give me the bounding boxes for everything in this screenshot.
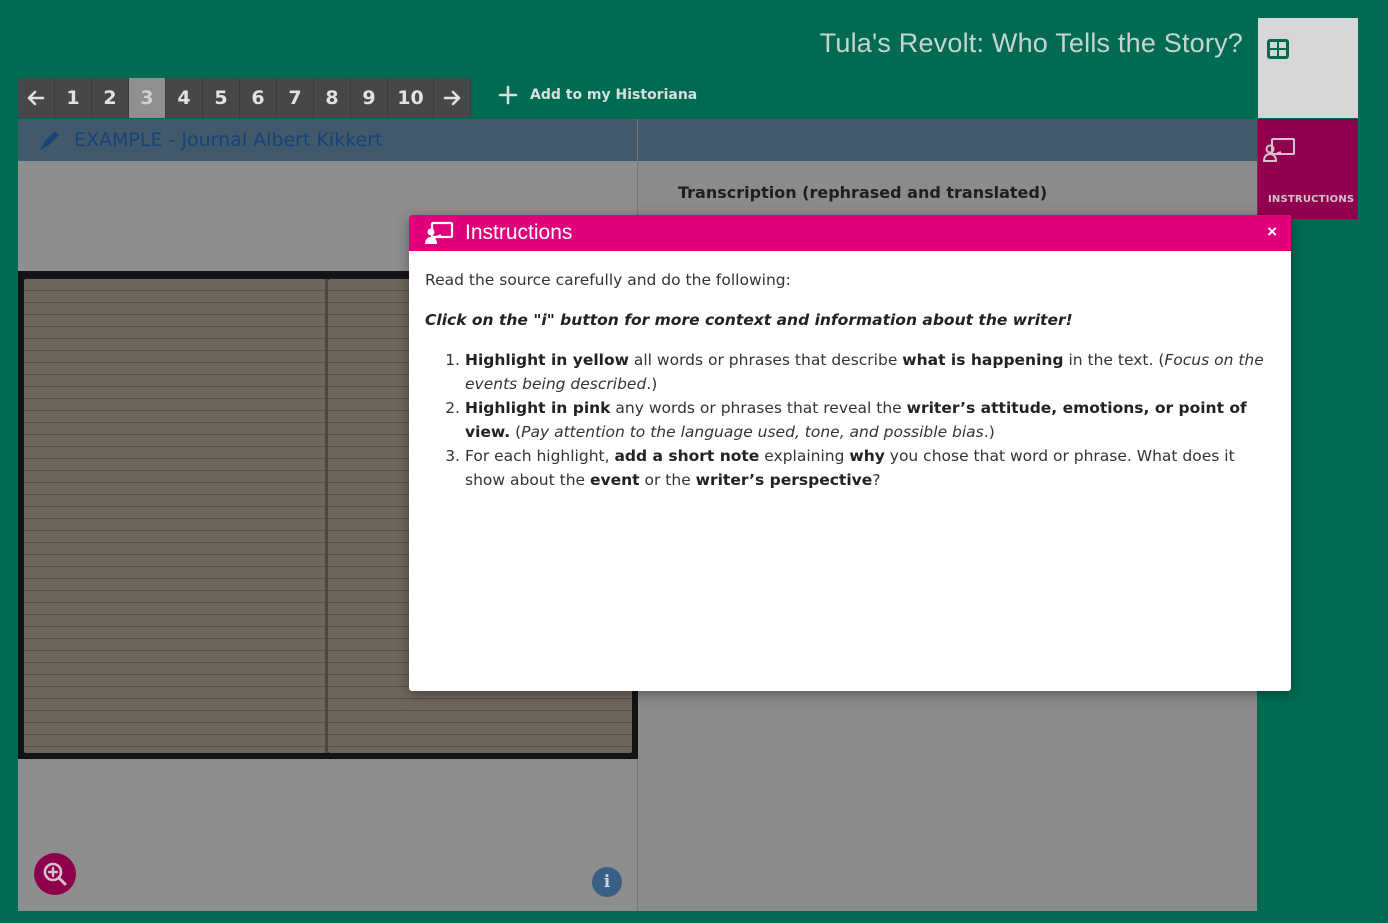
overview-tab[interactable] bbox=[1258, 18, 1358, 118]
modal-body: Read the source carefully and do the fol… bbox=[409, 251, 1291, 492]
instructions-tab-label: INSTRUCTIONS bbox=[1268, 194, 1355, 205]
step-text: .) bbox=[646, 375, 658, 393]
transcription-heading: Transcription (rephrased and translated) bbox=[678, 183, 1048, 202]
page-button-10[interactable]: 10 bbox=[388, 78, 434, 118]
step-text: explaining bbox=[759, 447, 850, 465]
modal-title: Instructions bbox=[465, 221, 573, 244]
source-title: EXAMPLE - Journal Albert Kikkert bbox=[74, 129, 383, 151]
step-text-bold: why bbox=[849, 447, 885, 465]
source-header: EXAMPLE - Journal Albert Kikkert bbox=[18, 119, 637, 161]
zoom-in-icon bbox=[43, 862, 67, 886]
instructions-modal: Instructions × Read the source carefully… bbox=[409, 215, 1291, 691]
instruction-steps: Highlight in yellow all words or phrases… bbox=[425, 348, 1275, 492]
step-text: ? bbox=[872, 471, 881, 489]
pencil-icon bbox=[40, 131, 59, 150]
zoom-button[interactable] bbox=[34, 853, 76, 895]
instruction-step: Highlight in yellow all words or phrases… bbox=[465, 348, 1275, 396]
page-pager: 1 2 3 4 5 6 7 8 9 10 bbox=[18, 78, 471, 118]
arrow-left-icon bbox=[27, 90, 45, 106]
grid-icon bbox=[1267, 39, 1289, 59]
page-button-1[interactable]: 1 bbox=[55, 78, 92, 118]
step-text: or the bbox=[639, 471, 696, 489]
page-button-5[interactable]: 5 bbox=[203, 78, 240, 118]
page-button-4[interactable]: 4 bbox=[166, 78, 203, 118]
step-text-bold: add a short note bbox=[614, 447, 760, 465]
step-text: For each highlight, bbox=[465, 447, 615, 465]
manuscript-left-page bbox=[24, 279, 326, 753]
instructions-emphasis: Click on the "i" button for more context… bbox=[425, 311, 1073, 329]
presentation-icon bbox=[1263, 138, 1295, 162]
step-text-italic: Pay attention to the language used, tone… bbox=[521, 423, 984, 441]
modal-header: Instructions × bbox=[409, 215, 1291, 251]
instructions-tab[interactable]: INSTRUCTIONS bbox=[1258, 119, 1358, 219]
plus-icon bbox=[498, 85, 518, 105]
step-text: any words or phrases that reveal the bbox=[610, 399, 907, 417]
step-text-bold: writer’s perspective bbox=[695, 471, 873, 489]
add-to-historiana-button[interactable]: Add to my Historiana bbox=[498, 85, 697, 105]
step-text-bold: Highlight in pink bbox=[465, 399, 611, 417]
page-button-2[interactable]: 2 bbox=[92, 78, 129, 118]
step-text-bold: Highlight in yellow bbox=[465, 351, 629, 369]
next-page-button[interactable] bbox=[434, 78, 471, 118]
page-button-8[interactable]: 8 bbox=[314, 78, 351, 118]
transcription-header-bar bbox=[638, 119, 1257, 161]
instruction-step: For each highlight, add a short note exp… bbox=[465, 444, 1275, 492]
add-to-historiana-label: Add to my Historiana bbox=[530, 87, 698, 103]
page-button-6[interactable]: 6 bbox=[240, 78, 277, 118]
instruction-step: Highlight in pink any words or phrases t… bbox=[465, 396, 1275, 444]
step-text-bold: what is happening bbox=[902, 351, 1064, 369]
page-title: Tula's Revolt: Who Tells the Story? bbox=[819, 28, 1243, 58]
page-button-7[interactable]: 7 bbox=[277, 78, 314, 118]
page-button-9[interactable]: 9 bbox=[351, 78, 388, 118]
close-button[interactable]: × bbox=[1267, 222, 1277, 242]
step-text: .) bbox=[983, 423, 995, 441]
instructions-intro: Read the source carefully and do the fol… bbox=[425, 271, 791, 289]
page-button-3[interactable]: 3 bbox=[129, 78, 166, 118]
step-text: all words or phrases that describe bbox=[628, 351, 903, 369]
prev-page-button[interactable] bbox=[18, 78, 55, 118]
step-text: in the text. ( bbox=[1063, 351, 1165, 369]
presentation-icon bbox=[425, 221, 454, 244]
arrow-right-icon bbox=[443, 90, 461, 106]
step-text: ( bbox=[510, 423, 522, 441]
info-button[interactable]: i bbox=[592, 867, 622, 897]
step-text-bold: event bbox=[590, 471, 640, 489]
